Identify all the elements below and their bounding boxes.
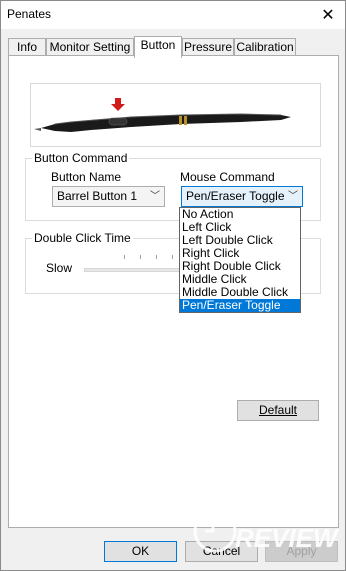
tab-info[interactable]: Info [8,38,46,56]
tab-calibration-label: Calibration [236,40,294,54]
cancel-button-label: Cancel [202,544,241,558]
slider-tick [172,255,173,259]
close-icon: ✕ [321,7,335,24]
mouse-command-value: Pen/Eraser Toggle [186,189,285,203]
tab-monitor-setting[interactable]: Monitor Setting [46,38,134,56]
default-button[interactable]: Default [237,400,319,421]
mouse-command-label: Mouse Command [180,170,275,184]
cancel-button[interactable]: Cancel [185,541,258,562]
tab-button-label: Button [140,38,176,52]
ok-button[interactable]: OK [104,541,177,562]
chevron-down-icon: ﹀ [150,191,160,202]
stylus-pen-image [34,98,291,132]
button-name-select[interactable]: Barrel Button 1 ﹀ [52,186,165,207]
slider-tick [140,255,141,259]
ok-button-label: OK [131,544,150,558]
penates-window: Penates ✕ Info Monitor Setting Button Pr… [0,0,346,571]
tab-calibration[interactable]: Calibration [234,38,296,56]
close-button[interactable]: ✕ [311,1,345,29]
slow-label: Slow [46,261,73,275]
option-pen-eraser-toggle[interactable]: Pen/Eraser Toggle [180,299,300,312]
red-arrow-down-icon [111,98,125,111]
double-click-label: Double Click Time [32,231,133,245]
chevron-down-icon: ﹀ [288,191,298,202]
tab-button[interactable]: Button [134,36,182,58]
apply-button-label: Apply [286,544,317,558]
title-bar: Penates ✕ [1,1,345,29]
button-name-value: Barrel Button 1 [57,189,138,203]
apply-button[interactable]: Apply [265,541,338,562]
tab-pressure[interactable]: Pressure [182,38,234,56]
mouse-command-dropdown-list: No Action Left Click Left Double Click R… [179,207,301,313]
slider-tick [156,255,157,259]
tab-monitor-setting-label: Monitor Setting [49,40,131,54]
window-title: Penates [7,7,52,21]
default-button-label: Default [258,403,298,417]
slider-tick [124,255,125,259]
button-command-label: Button Command [32,151,130,165]
tab-info-label: Info [16,40,37,54]
button-name-label: Button Name [51,170,122,184]
tab-pressure-label: Pressure [183,40,233,54]
pen-preview [30,83,321,147]
mouse-command-select[interactable]: Pen/Eraser Toggle ﹀ [181,186,303,207]
